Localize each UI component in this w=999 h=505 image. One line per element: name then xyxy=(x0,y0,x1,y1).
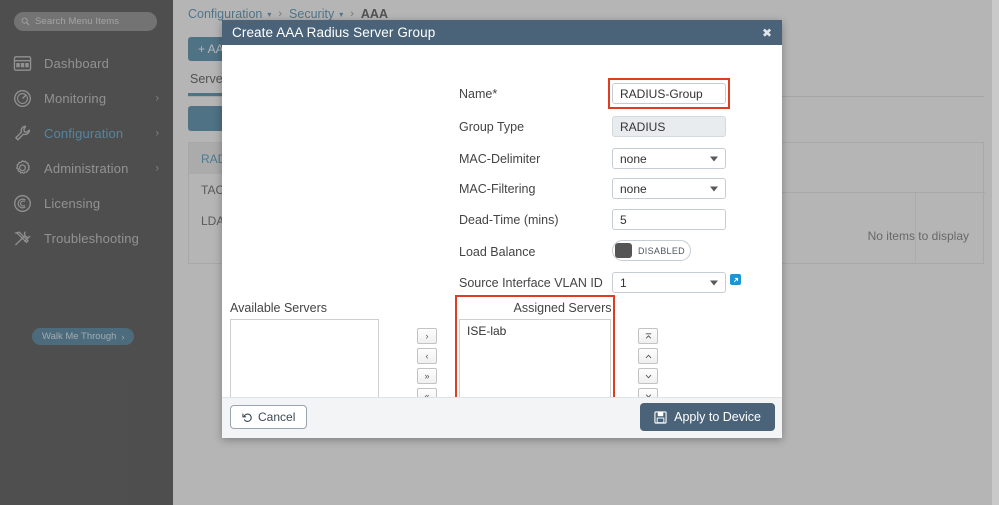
sidebar-item-label-licensing: Licensing xyxy=(44,196,101,211)
chevron-down-icon-mac-delimiter xyxy=(710,156,718,161)
monitoring-icon xyxy=(12,88,33,109)
cancel-label: Cancel xyxy=(258,410,296,424)
undo-icon xyxy=(242,413,252,422)
move-all-right-button[interactable]: » xyxy=(417,368,437,384)
sidebar-item-administration[interactable]: Administration › xyxy=(0,151,173,186)
chevron-right-icon-administration: › xyxy=(155,162,159,174)
toggle-knob xyxy=(615,243,632,258)
sidebar-item-dashboard[interactable]: Dashboard xyxy=(0,46,173,81)
sidebar-item-label-dashboard: Dashboard xyxy=(44,56,109,71)
sidebar-item-label-configuration: Configuration xyxy=(44,126,124,141)
app-root: Configuration ▾ › Security ▾ › AAA + AAA… xyxy=(0,0,999,505)
breadcrumb-caret-icon-2: ▾ xyxy=(339,9,344,19)
breadcrumb-caret-icon: ▾ xyxy=(267,9,272,19)
arrow-down-icon xyxy=(645,374,651,378)
search-placeholder: Search Menu Items xyxy=(35,16,120,27)
table-empty-message: No items to display xyxy=(867,229,969,243)
arrow-to-top-icon xyxy=(645,332,651,339)
arrow-up-icon xyxy=(645,354,651,358)
chevron-down-icon-mac-filtering xyxy=(710,186,718,191)
dialog-footer: Cancel Apply to Device xyxy=(222,397,782,438)
field-label-group-type: Group Type xyxy=(459,120,525,134)
move-right-button[interactable]: › xyxy=(417,328,437,344)
breadcrumb: Configuration ▾ › Security ▾ › AAA xyxy=(188,7,388,21)
save-icon xyxy=(654,410,667,424)
dead-time-input[interactable]: 5 xyxy=(612,209,726,230)
available-servers-label: Available Servers xyxy=(230,301,328,315)
close-icon[interactable]: ✖ xyxy=(762,27,772,39)
group-type-value: RADIUS xyxy=(612,116,726,137)
field-label-dead-time: Dead-Time (mins) xyxy=(459,213,559,227)
mac-delimiter-value: none xyxy=(620,151,647,166)
window-scrollbar[interactable] xyxy=(992,0,999,505)
chevron-right-icon-wmt: › xyxy=(121,331,125,342)
chevron-down-icon-vlan xyxy=(710,280,718,285)
sidebar-item-label-administration: Administration xyxy=(44,161,129,176)
breadcrumb-item-security[interactable]: Security xyxy=(289,7,334,21)
sidebar-item-label-troubleshooting: Troubleshooting xyxy=(44,231,139,246)
field-label-source-interface-vlan-id: Source Interface VLAN ID xyxy=(459,276,603,290)
search-icon xyxy=(21,17,30,26)
apply-to-device-button[interactable]: Apply to Device xyxy=(640,403,775,431)
sidebar: Search Menu Items Dashboard Monitoring ›… xyxy=(0,0,173,505)
source-interface-vlan-select[interactable]: 1 xyxy=(612,272,726,293)
source-interface-vlan-value: 1 xyxy=(620,275,627,290)
breadcrumb-current: AAA xyxy=(360,7,388,21)
sidebar-item-configuration[interactable]: Configuration › xyxy=(0,116,173,151)
field-label-mac-delimiter: MAC-Delimiter xyxy=(459,152,541,166)
wrench-icon xyxy=(12,123,33,144)
assigned-servers-label: Assigned Servers xyxy=(513,301,612,315)
move-to-top-button[interactable] xyxy=(638,328,658,344)
chevron-right-icon-configuration: › xyxy=(155,127,159,139)
sidebar-nav: Dashboard Monitoring › Configuration › A… xyxy=(0,46,173,256)
dialog-title: Create AAA Radius Server Group xyxy=(232,25,436,40)
mac-filtering-select[interactable]: none xyxy=(612,178,726,199)
load-balance-toggle[interactable]: DISABLED xyxy=(612,240,691,261)
available-servers-listbox[interactable] xyxy=(230,319,379,405)
move-down-button[interactable] xyxy=(638,368,658,384)
move-up-button[interactable] xyxy=(638,348,658,364)
name-input[interactable]: RADIUS-Group xyxy=(612,83,726,104)
breadcrumb-separator-icon-2: › xyxy=(350,8,354,20)
troubleshooting-icon xyxy=(12,228,33,249)
mac-delimiter-select[interactable]: none xyxy=(612,148,726,169)
cancel-button[interactable]: Cancel xyxy=(230,405,308,429)
dialog-body: Name* RADIUS-Group Group Type RADIUS MAC… xyxy=(222,45,782,411)
create-aaa-radius-server-group-dialog: Create AAA Radius Server Group ✖ Name* R… xyxy=(222,20,782,438)
external-link-icon[interactable] xyxy=(730,274,741,285)
assigned-servers-listbox[interactable]: ISE-lab xyxy=(459,319,611,405)
sidebar-item-monitoring[interactable]: Monitoring › xyxy=(0,81,173,116)
licensing-icon xyxy=(12,193,33,214)
walk-me-through-label: Walk Me Through xyxy=(42,331,117,342)
field-label-name: Name* xyxy=(459,87,498,101)
sidebar-item-licensing[interactable]: Licensing xyxy=(0,186,173,221)
field-label-load-balance: Load Balance xyxy=(459,245,536,259)
search-input[interactable]: Search Menu Items xyxy=(14,12,157,31)
load-balance-state: DISABLED xyxy=(638,245,685,256)
field-label-mac-filtering: MAC-Filtering xyxy=(459,182,536,196)
breadcrumb-separator-icon: › xyxy=(278,8,283,20)
breadcrumb-item-configuration[interactable]: Configuration xyxy=(188,7,262,21)
sidebar-item-troubleshooting[interactable]: Troubleshooting xyxy=(0,221,173,256)
walk-me-through-button[interactable]: Walk Me Through › xyxy=(32,328,135,345)
chevron-right-icon-monitoring: › xyxy=(155,92,159,104)
dashboard-icon xyxy=(12,53,33,74)
sidebar-item-label-monitoring: Monitoring xyxy=(44,91,107,106)
assigned-server-item[interactable]: ISE-lab xyxy=(460,320,610,342)
apply-label: Apply to Device xyxy=(674,410,761,424)
mac-filtering-value: none xyxy=(620,181,647,196)
gear-icon xyxy=(12,158,33,179)
dialog-header: Create AAA Radius Server Group ✖ xyxy=(222,20,782,45)
move-left-button[interactable]: ‹ xyxy=(417,348,437,364)
